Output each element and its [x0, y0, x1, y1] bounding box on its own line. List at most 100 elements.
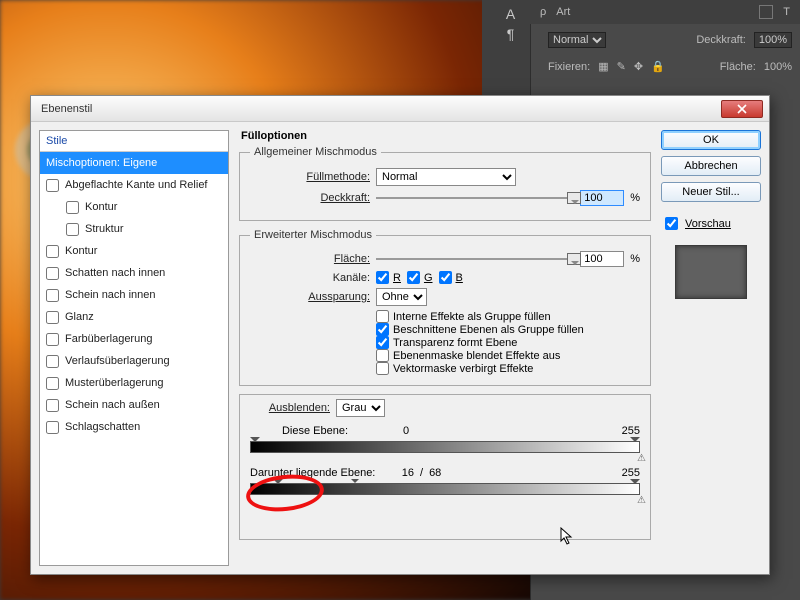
list-item-color-overlay[interactable]: Farbüberlagerung [40, 328, 228, 350]
close-button[interactable] [721, 100, 763, 118]
list-item-pattern-overlay[interactable]: Musterüberlagerung [40, 372, 228, 394]
lock-move-icon[interactable]: ✥ [634, 60, 643, 73]
advanced-blending-legend: Erweiterter Mischmodus [250, 229, 376, 241]
under-white-value: 255 [622, 467, 640, 479]
channel-g[interactable]: G [407, 271, 433, 284]
new-style-button[interactable]: Neuer Stil... [661, 182, 761, 202]
dialog-title: Ebenenstil [37, 103, 721, 115]
close-icon [737, 104, 747, 114]
kind-icon: ρ [540, 6, 546, 18]
under-layer-gradient[interactable] [250, 483, 640, 495]
options-panel: Fülloptionen Allgemeiner Mischmodus Füll… [239, 130, 651, 566]
preview-swatch [675, 245, 747, 299]
opacity-slider[interactable] [376, 190, 574, 206]
knockout-label: Aussparung: [250, 291, 370, 303]
list-item-texture[interactable]: Struktur [40, 218, 228, 240]
blend-if-select[interactable]: Grau [336, 399, 385, 417]
opacity-value[interactable]: 100% [754, 32, 792, 48]
tool-box-icon[interactable] [759, 5, 773, 19]
check-layer-mask-hides[interactable] [376, 349, 389, 362]
this-black-marker[interactable] [250, 437, 260, 447]
under-black-marker-b[interactable] [351, 479, 359, 487]
fill-label: Fläche: [720, 61, 756, 73]
general-blending-group: Allgemeiner Mischmodus Füllmethode: Norm… [239, 146, 651, 221]
list-item-bevel[interactable]: Abgeflachte Kante und Relief [40, 174, 228, 196]
general-blending-legend: Allgemeiner Mischmodus [250, 146, 381, 158]
dialog-buttons: OK Abbrechen Neuer Stil... Vorschau [661, 130, 761, 566]
lock-pixels-icon[interactable]: ▦ [598, 60, 608, 73]
this-black-value: 0 [386, 425, 426, 437]
preview-toggle[interactable]: Vorschau [661, 214, 761, 233]
blend-if-label: Ausblenden: [250, 402, 330, 414]
style-list: Stile Mischoptionen: Eigene Abgeflachte … [39, 130, 229, 566]
paragraph-icon: ¶ [507, 26, 515, 42]
check-vector-mask-hides[interactable] [376, 362, 389, 375]
opacity-label: Deckkraft: [696, 34, 746, 46]
drop-shadow-checkbox[interactable] [46, 421, 59, 434]
warning-icon [642, 455, 654, 467]
inner-shadow-checkbox[interactable] [46, 267, 59, 280]
this-layer-label: Diese Ebene: [250, 425, 380, 437]
list-item-contour[interactable]: Kontur [40, 196, 228, 218]
gradient-overlay-checkbox[interactable] [46, 355, 59, 368]
color-overlay-checkbox[interactable] [46, 333, 59, 346]
fill-slider[interactable] [376, 251, 574, 267]
under-black-marker-a[interactable] [273, 479, 283, 489]
fill-value[interactable]: 100% [764, 61, 792, 73]
opacity-input[interactable] [580, 190, 624, 206]
ok-button[interactable]: OK [661, 130, 761, 150]
this-layer-gradient[interactable] [250, 441, 640, 453]
list-item-stroke[interactable]: Kontur [40, 240, 228, 262]
under-black2-value: 68 [429, 467, 441, 479]
cancel-button[interactable]: Abbrechen [661, 156, 761, 176]
lock-all-icon[interactable]: 🔒 [651, 60, 665, 73]
text-icon[interactable]: T [783, 6, 790, 18]
opacity-label: Deckkraft: [250, 192, 370, 204]
cursor-icon [560, 527, 574, 545]
texture-checkbox[interactable] [66, 223, 79, 236]
pattern-overlay-checkbox[interactable] [46, 377, 59, 390]
under-white-marker[interactable] [630, 479, 640, 489]
list-item-outer-glow[interactable]: Schein nach außen [40, 394, 228, 416]
lock-label: Fixieren: [548, 61, 590, 73]
channel-r[interactable]: R [376, 271, 401, 284]
titlebar[interactable]: Ebenenstil [31, 96, 769, 122]
check-transparency-shapes[interactable] [376, 336, 389, 349]
list-header[interactable]: Stile [40, 131, 228, 152]
channels-label: Kanäle: [250, 272, 370, 284]
this-white-value: 255 [622, 425, 640, 437]
stroke-checkbox[interactable] [46, 245, 59, 258]
under-black-value: 16 [386, 467, 414, 479]
check-clipped-layers[interactable] [376, 323, 389, 336]
list-item-gradient-overlay[interactable]: Verlaufsüberlagerung [40, 350, 228, 372]
fill-options-title: Fülloptionen [241, 130, 651, 142]
blend-mode-select[interactable]: Normal [376, 168, 516, 186]
list-item-inner-glow[interactable]: Schein nach innen [40, 284, 228, 306]
list-item-inner-shadow[interactable]: Schatten nach innen [40, 262, 228, 284]
blend-mode-label: Füllmethode: [250, 171, 370, 183]
knockout-select[interactable]: Ohne [376, 288, 427, 306]
fill-opacity-label: Fläche: [250, 253, 370, 265]
blend-if-group: Ausblenden: Grau Diese Ebene: 0 255 Daru [239, 394, 651, 540]
satin-checkbox[interactable] [46, 311, 59, 324]
advanced-blending-group: Erweiterter Mischmodus Fläche: % Kanäle:… [239, 229, 651, 386]
lock-brush-icon[interactable]: ✎ [617, 60, 626, 73]
blend-mode-select[interactable]: Normal [548, 32, 606, 48]
letter-icon: A [506, 6, 515, 22]
preview-checkbox[interactable] [665, 217, 678, 230]
list-item-drop-shadow[interactable]: Schlagschatten [40, 416, 228, 438]
channel-b[interactable]: B [439, 271, 463, 284]
inner-glow-checkbox[interactable] [46, 289, 59, 302]
pct-label: % [630, 192, 640, 204]
check-internal-effects[interactable] [376, 310, 389, 323]
contour-checkbox[interactable] [66, 201, 79, 214]
kind-label[interactable]: Art [556, 6, 570, 18]
fill-input[interactable] [580, 251, 624, 267]
under-layer-label: Darunter liegende Ebene: [250, 467, 380, 479]
list-item-blending-options[interactable]: Mischoptionen: Eigene [40, 152, 228, 174]
this-white-marker[interactable] [630, 437, 640, 447]
list-item-satin[interactable]: Glanz [40, 306, 228, 328]
bevel-checkbox[interactable] [46, 179, 59, 192]
outer-glow-checkbox[interactable] [46, 399, 59, 412]
layer-style-dialog: Ebenenstil Stile Mischoptionen: Eigene A… [30, 95, 770, 575]
